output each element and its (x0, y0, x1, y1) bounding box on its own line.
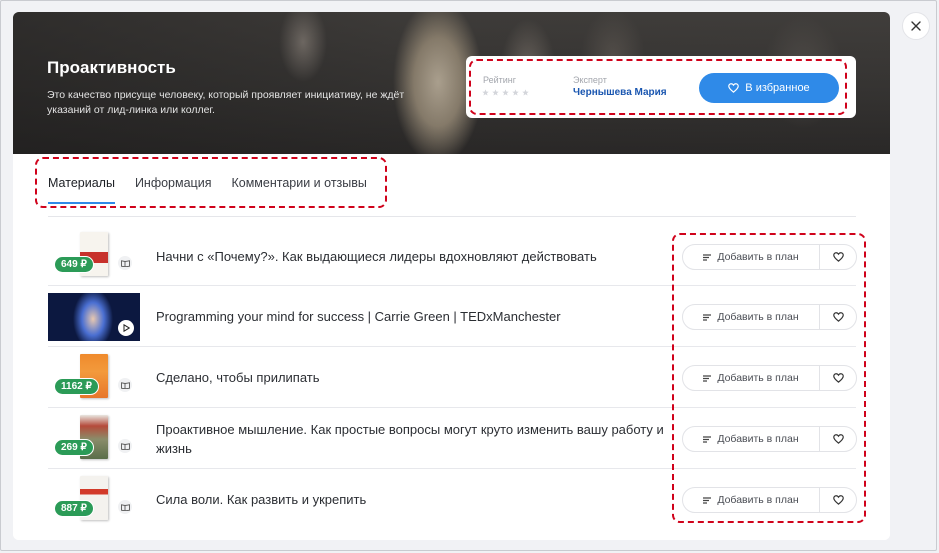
page-description: Это качество присуще человеку, который п… (47, 89, 405, 116)
list-icon (703, 374, 712, 382)
material-title[interactable]: Programming your mind for success | Carr… (156, 307, 676, 326)
add-to-plan-button[interactable]: Добавить в план (682, 304, 820, 330)
tab-materials[interactable]: Материалы (48, 176, 115, 204)
add-to-plan-button[interactable]: Добавить в план (682, 365, 820, 391)
list-icon (703, 253, 712, 261)
heart-icon (832, 373, 844, 383)
tab-bar: Материалы Информация Комментарии и отзыв… (48, 176, 387, 204)
star-icon (482, 89, 489, 96)
star-icon (502, 89, 509, 96)
rating-stars[interactable] (482, 89, 529, 96)
material-thumbnail[interactable]: 649 ₽ (48, 232, 140, 280)
book-icon (118, 500, 132, 514)
add-to-plan-button[interactable]: Добавить в план (682, 244, 820, 270)
material-row: 269 ₽ Проактивное мышление. Как простые … (48, 409, 857, 469)
favorite-button[interactable] (819, 365, 857, 391)
price-badge: 649 ₽ (54, 256, 94, 273)
star-icon (522, 89, 529, 96)
material-thumbnail[interactable]: 269 ₽ (48, 415, 140, 463)
add-to-favorites-button[interactable]: В избранное (699, 73, 839, 103)
close-icon (911, 21, 921, 31)
tabs-divider (48, 216, 856, 217)
favorite-button[interactable] (819, 487, 857, 513)
heart-icon (728, 83, 740, 93)
tab-information[interactable]: Информация (135, 176, 212, 204)
page-title: Проактивность (47, 58, 176, 77)
rating-label: Рейтинг (483, 75, 517, 85)
material-title[interactable]: Сделано, чтобы прилипать (156, 368, 676, 387)
add-to-plan-label: Добавить в план (717, 372, 799, 384)
add-to-plan-button[interactable]: Добавить в план (682, 426, 820, 452)
material-title[interactable]: Проактивное мышление. Как простые вопрос… (156, 420, 676, 458)
book-icon (118, 378, 132, 392)
material-thumbnail[interactable]: 1162 ₽ (48, 354, 140, 402)
list-icon (703, 435, 712, 443)
heart-icon (832, 312, 844, 322)
material-row: 887 ₽ Сила воли. Как развить и укрепить … (48, 470, 857, 530)
add-to-plan-label: Добавить в план (717, 433, 799, 445)
close-button[interactable] (902, 12, 930, 40)
material-row: Programming your mind for success | Carr… (48, 287, 857, 347)
add-to-plan-label: Добавить в план (717, 311, 799, 323)
expert-label: Эксперт (573, 75, 607, 85)
add-to-plan-label: Добавить в план (717, 251, 799, 263)
price-badge: 887 ₽ (54, 500, 94, 517)
heart-icon (832, 252, 844, 262)
info-panel: Рейтинг Эксперт Чернышева Мария В избран… (466, 56, 856, 118)
add-to-plan-label: Добавить в план (717, 494, 799, 506)
material-row: 649 ₽ Начни с «Почему?». Как выдающиеся … (48, 226, 857, 286)
content-panel: Материалы Информация Комментарии и отзыв… (13, 154, 890, 540)
play-icon (118, 320, 134, 336)
book-icon (118, 256, 132, 270)
heart-icon (832, 495, 844, 505)
material-title[interactable]: Начни с «Почему?». Как выдающиеся лидеры… (156, 247, 676, 266)
favorite-button[interactable] (819, 304, 857, 330)
book-icon (118, 439, 132, 453)
material-thumbnail[interactable]: 887 ₽ (48, 476, 140, 524)
list-icon (703, 496, 712, 504)
favorite-button[interactable] (819, 244, 857, 270)
add-to-plan-button[interactable]: Добавить в план (682, 487, 820, 513)
course-card: Проактивность Это качество присуще челов… (13, 12, 890, 540)
favorite-label: В избранное (745, 82, 810, 94)
material-thumbnail[interactable] (48, 293, 140, 341)
price-badge: 1162 ₽ (54, 378, 99, 395)
tab-comments[interactable]: Комментарии и отзывы (231, 176, 366, 204)
expert-name-link[interactable]: Чернышева Мария (573, 87, 667, 98)
list-icon (703, 313, 712, 321)
price-badge: 269 ₽ (54, 439, 94, 456)
favorite-button[interactable] (819, 426, 857, 452)
material-title[interactable]: Сила воли. Как развить и укрепить (156, 490, 676, 509)
star-icon (492, 89, 499, 96)
heart-icon (832, 434, 844, 444)
star-icon (512, 89, 519, 96)
material-row: 1162 ₽ Сделано, чтобы прилипать Добавить… (48, 348, 857, 408)
